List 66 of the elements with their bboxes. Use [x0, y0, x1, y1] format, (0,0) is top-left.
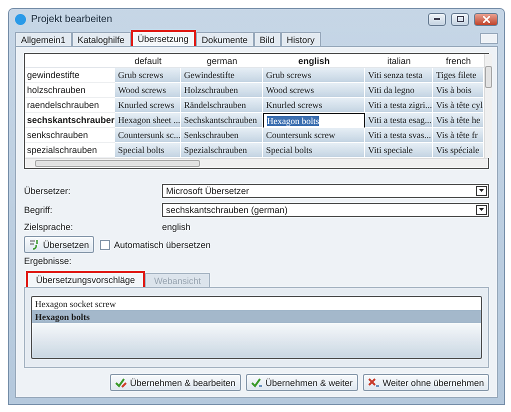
horizontal-scrollbar[interactable] [25, 158, 488, 168]
list-item[interactable]: Hexagon bolts [32, 310, 481, 323]
field-value: english [162, 222, 191, 232]
checkbox-label: Automatisch übersetzen [114, 240, 211, 250]
table-cell: Viti a testa esag... [365, 113, 433, 128]
table-cell: Spezialschrauben [181, 143, 263, 158]
table-cell: Wood screws [115, 83, 181, 98]
table-cell: Rändelschrauben [181, 98, 263, 113]
table-cell: Viti speciale [365, 143, 433, 158]
tab[interactable]: Dokumente [196, 32, 254, 46]
action-button[interactable]: Übernehmen & weiter [246, 374, 358, 391]
table-cell: Countersunk sc... [115, 128, 181, 143]
list-item[interactable]: Hexagon socket screw [32, 297, 481, 310]
checkbox[interactable] [100, 240, 110, 250]
translate-button[interactable]: Übersetzen [24, 236, 94, 253]
table-cell: Countersunk screw [263, 128, 365, 143]
tab[interactable]: History [280, 32, 321, 46]
field-label: Zielsprache: [24, 222, 74, 232]
tab[interactable]: Kataloghilfe [72, 32, 131, 46]
table-cell: Viti a testa svas... [365, 128, 433, 143]
table-cell: Viti senza testa [365, 68, 433, 83]
table-cell: Senkschrauben [181, 128, 263, 143]
translate-arrows-icon [29, 239, 40, 250]
table-cell: Holzschrauben [181, 83, 263, 98]
table-cell: Vis spéciale [433, 143, 484, 158]
maximize-icon [456, 16, 464, 22]
table-cell: Viti da legno [365, 83, 433, 98]
table-cell: Vis à tête fr [433, 128, 484, 143]
table-cell: Special bolts [263, 143, 365, 158]
table-cell: Vis à bois [433, 83, 484, 98]
field-label: Begriff: [24, 204, 54, 214]
cell-editor[interactable]: Hexagon bolts [263, 113, 365, 128]
cross-arrow-icon [368, 378, 380, 388]
table-cell: Gewindestifte [181, 68, 263, 83]
table-cell: Special bolts [115, 143, 181, 158]
table-cell: Knurled screws [263, 98, 365, 113]
translator-dropdown[interactable]: Microsoft Übersetzer [162, 184, 489, 198]
section-label: Ergebnisse: [24, 256, 72, 266]
table-cell: Hexagon sheet ... [115, 113, 181, 128]
term-dropdown[interactable]: sechskantschrauben (german) [162, 202, 489, 216]
close-button[interactable] [474, 12, 498, 26]
minimize-icon [434, 18, 440, 20]
tab[interactable]: Übersetzungsvorschläge [26, 271, 146, 287]
dropdown-arrow-icon [479, 189, 484, 192]
table-cell: Vis à tête cyl [433, 98, 484, 113]
table-cell: Tiges filete [433, 68, 484, 83]
table-cell: Grub screws [263, 68, 365, 83]
tab[interactable]: Übersetzung [130, 30, 196, 46]
check-pencil-icon [114, 378, 127, 388]
app-icon [15, 14, 26, 24]
table-cell: Wood screws [263, 83, 365, 98]
minimize-button[interactable] [428, 12, 446, 26]
table-cell: Sechskantschrauben [181, 113, 263, 128]
action-button[interactable]: Weiter ohne übernehmen [362, 374, 489, 391]
table-cell: Grub screws [115, 68, 181, 83]
tab[interactable]: Allgemein1 [15, 32, 72, 46]
window-title: Projekt bearbeiten [31, 14, 114, 24]
table-cell: Viti a testa zigri... [365, 98, 433, 113]
tab[interactable]: Bild [254, 32, 281, 46]
dropdown-arrow-icon [479, 208, 484, 211]
field-label: Übersetzer: [24, 186, 72, 196]
table-cell: Vis à tête he [433, 113, 484, 128]
close-icon [482, 16, 490, 22]
maximize-button[interactable] [451, 12, 469, 26]
table-cell: Knurled screws [115, 98, 181, 113]
action-button[interactable]: Übernehmen & bearbeiten [110, 374, 241, 391]
